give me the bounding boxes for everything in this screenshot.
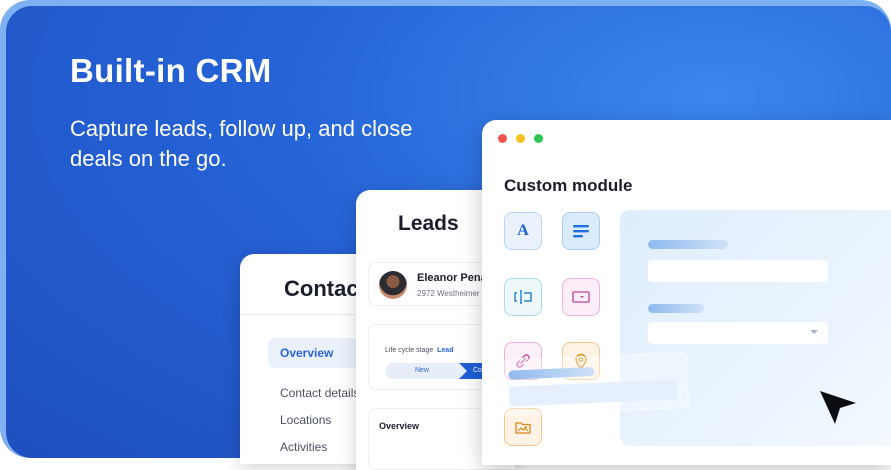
hero-subtitle: Capture leads, follow up, and close deal… [70, 116, 413, 171]
field-label-placeholder [648, 304, 704, 313]
image-icon [515, 422, 531, 434]
window-maximize-dot[interactable] [534, 134, 543, 143]
dropdown-tool[interactable] [562, 278, 600, 316]
dropdown-field-placeholder[interactable] [648, 322, 828, 344]
chevron-down-icon [810, 330, 818, 334]
paragraph-icon [573, 225, 589, 238]
text-icon: A [517, 222, 529, 239]
cursor-arrow-icon [820, 391, 856, 424]
text-field-tool[interactable]: A [504, 212, 542, 250]
text-input-tool[interactable] [504, 278, 542, 316]
module-title: Custom module [504, 176, 633, 195]
text-input-icon [514, 290, 532, 304]
dropdown-icon [572, 291, 590, 303]
person-address: 2972 Westheimer R [417, 289, 488, 298]
stage-value: Lead [437, 347, 454, 354]
stage-step-new[interactable]: New [385, 363, 459, 379]
dragged-field[interactable] [496, 351, 690, 417]
hero-title: Built-in CRM [70, 52, 272, 89]
avatar [379, 271, 407, 299]
overview-label: Overview [379, 421, 420, 431]
text-field-placeholder [509, 379, 678, 407]
leads-title: Leads [398, 212, 459, 235]
stage-label: Life cycle stage Lead [385, 347, 453, 354]
text-field-placeholder[interactable] [648, 260, 828, 282]
person-name: Eleanor Pena [417, 272, 487, 284]
field-label-placeholder [508, 366, 595, 380]
window-close-dot[interactable] [498, 134, 507, 143]
paragraph-tool[interactable] [562, 212, 600, 250]
window-minimize-dot[interactable] [516, 134, 525, 143]
field-label-placeholder [648, 240, 728, 249]
stage-label-text: Life cycle stage [385, 347, 434, 354]
